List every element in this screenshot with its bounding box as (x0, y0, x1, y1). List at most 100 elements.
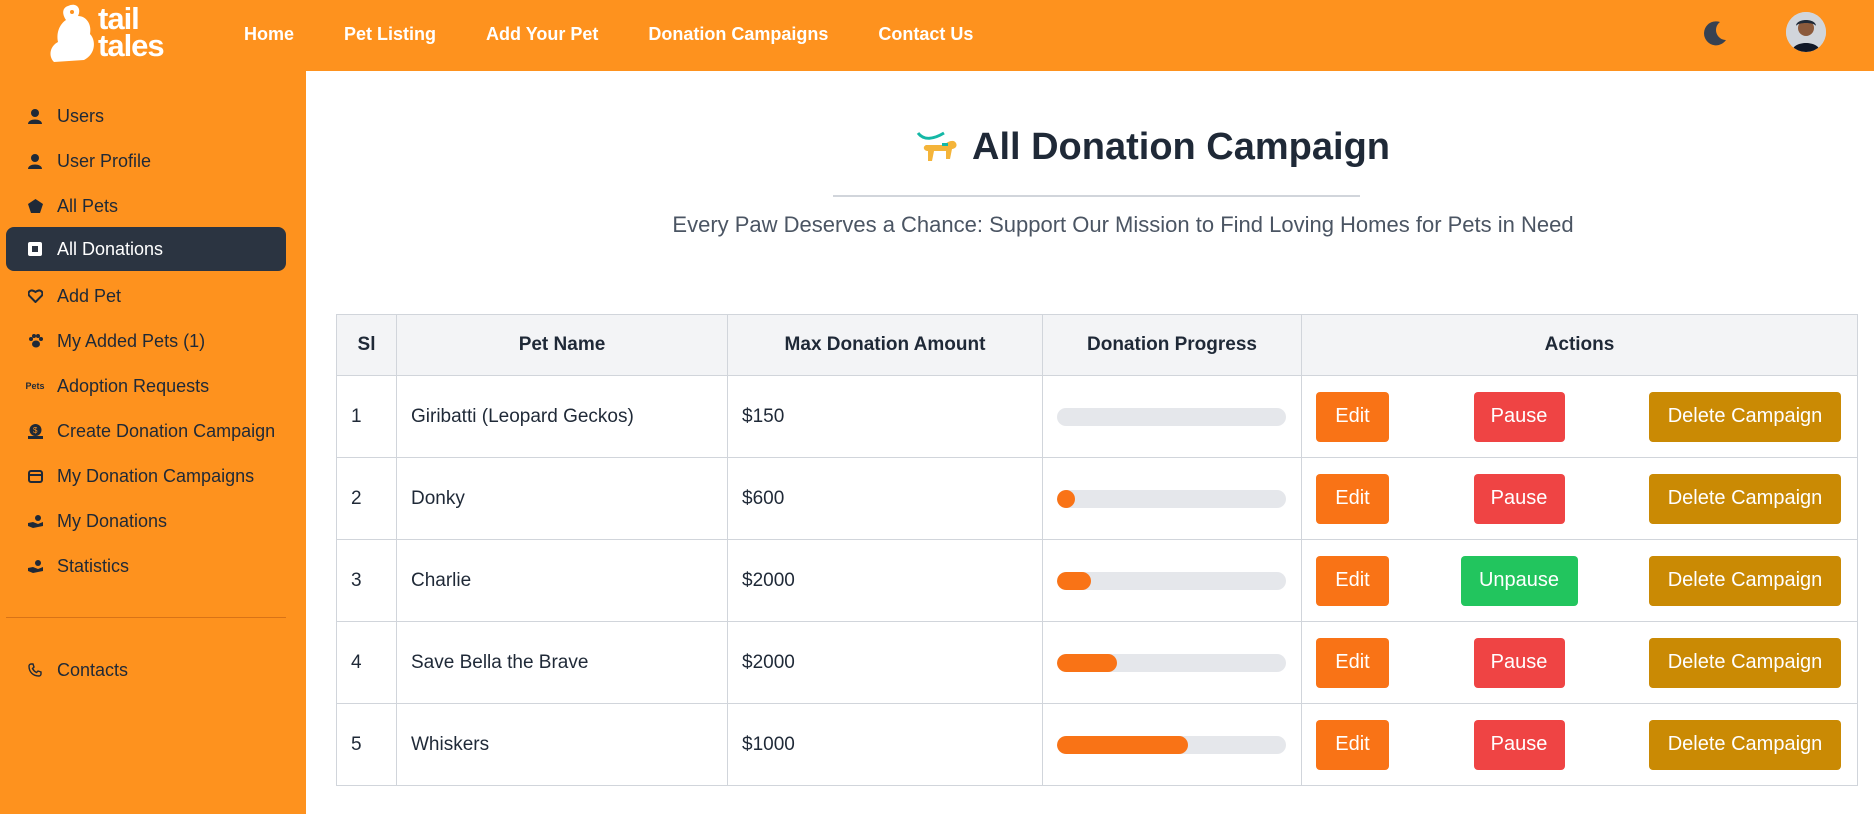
progress-fill (1057, 735, 1188, 754)
pets-text-icon: Pets (25, 381, 45, 391)
sidebar-item-label: Adoption Requests (57, 375, 210, 396)
row-actions: Edit Pause Delete Campaign (1301, 375, 1858, 458)
table-row: 3 Charlie $2000 Edit Unpause Delete Camp… (336, 539, 1858, 622)
sidebar-item-create-donation-campaign[interactable]: $ Create Donation Campaign (6, 409, 286, 453)
table-row: 5 Whiskers $1000 Edit Pause Delete Campa… (336, 703, 1858, 786)
paw-icon (27, 333, 43, 349)
delete-campaign-button[interactable]: Delete Campaign (1649, 473, 1841, 524)
dark-mode-moon-icon[interactable] (1700, 18, 1730, 48)
sidebar-item-adoption-requests[interactable]: Pets Adoption Requests (6, 364, 286, 408)
sidebar-item-statistics[interactable]: Statistics (6, 544, 286, 588)
donation-progress-bar (1057, 571, 1286, 590)
sidebar-item-all-donations[interactable]: All Donations (6, 227, 286, 271)
nav-contact-us[interactable]: Contact Us (878, 24, 973, 45)
delete-campaign-button[interactable]: Delete Campaign (1649, 719, 1841, 770)
user-avatar[interactable] (1786, 12, 1826, 52)
row-pet-name: Giribatti (Leopard Geckos) (396, 375, 728, 458)
row-max-donation: $2000 (727, 539, 1043, 622)
sidebar-item-label: Create Donation Campaign (57, 420, 276, 441)
row-actions: Edit Pause Delete Campaign (1301, 457, 1858, 540)
nav-pet-listing[interactable]: Pet Listing (344, 24, 436, 45)
logo[interactable]: tail tales (48, 0, 188, 71)
logo-text: tail tales (98, 1, 165, 63)
progress-fill (1057, 653, 1117, 672)
table-header-row: Sl Pet Name Max Donation Amount Donation… (336, 314, 1858, 376)
delete-campaign-button[interactable]: Delete Campaign (1649, 555, 1841, 606)
row-sl: 4 (336, 621, 397, 704)
donation-box-icon (27, 241, 43, 257)
sidebar-item-label: My Donations (57, 510, 168, 531)
row-actions: Edit Pause Delete Campaign (1301, 703, 1858, 786)
pause-button[interactable]: Pause (1473, 473, 1565, 524)
sidebar-item-add-pet[interactable]: Add Pet (6, 274, 286, 318)
top-navbar: tail tales Home Pet Listing Add Your Pet… (0, 0, 1874, 71)
row-actions: Edit Pause Delete Campaign (1301, 621, 1858, 704)
row-pet-name: Save Bella the Brave (396, 621, 728, 704)
sidebar-item-label: User Profile (57, 150, 152, 171)
nav-donation-campaigns[interactable]: Donation Campaigns (648, 24, 828, 45)
row-pet-name: Donky (396, 457, 728, 540)
svg-text:$: $ (33, 426, 38, 435)
sidebar-item-contacts[interactable]: Contacts (6, 648, 286, 692)
nav-add-your-pet[interactable]: Add Your Pet (486, 24, 598, 45)
pause-button[interactable]: Pause (1473, 719, 1565, 770)
dog-walking-icon (916, 131, 957, 161)
table-row: 1 Giribatti (Leopard Geckos) $150 Edit P… (336, 375, 1858, 458)
sidebar-item-users[interactable]: Users (6, 94, 286, 138)
nav-home[interactable]: Home (244, 24, 294, 45)
edit-button[interactable]: Edit (1316, 555, 1389, 606)
row-actions: Edit Unpause Delete Campaign (1301, 539, 1858, 622)
row-progress-cell (1042, 375, 1302, 458)
donation-progress-bar (1057, 407, 1286, 426)
user-icon (27, 108, 43, 124)
sidebar-item-my-added-pets[interactable]: My Added Pets (1) (6, 319, 286, 363)
edit-button[interactable]: Edit (1316, 719, 1389, 770)
row-pet-name: Whiskers (396, 703, 728, 786)
donation-progress-bar (1057, 653, 1286, 672)
sidebar-divider (6, 617, 286, 618)
header-sl: Sl (336, 314, 397, 376)
donation-progress-bar (1057, 735, 1286, 754)
page-title: All Donation Campaign (914, 126, 1390, 169)
row-progress-cell (1042, 539, 1302, 622)
row-sl: 3 (336, 539, 397, 622)
sidebar-item-all-pets[interactable]: All Pets (6, 184, 286, 228)
phone-icon (27, 662, 43, 678)
row-progress-cell (1042, 621, 1302, 704)
sidebar-item-my-donations[interactable]: My Donations (6, 499, 286, 543)
sidebar-item-user-profile[interactable]: User Profile (6, 139, 286, 183)
edit-button[interactable]: Edit (1316, 637, 1389, 688)
row-max-donation: $2000 (727, 621, 1043, 704)
card-icon (27, 468, 43, 484)
sidebar-item-label: Users (57, 105, 105, 126)
heart-plus-icon (27, 288, 43, 304)
row-max-donation: $1000 (727, 703, 1043, 786)
sidebar-item-label: All Pets (57, 195, 119, 216)
progress-fill (1057, 489, 1076, 508)
pause-button[interactable]: Pause (1473, 637, 1565, 688)
hand-coin-icon (27, 558, 43, 574)
pentagon-icon (27, 198, 43, 214)
edit-button[interactable]: Edit (1316, 473, 1389, 524)
pause-button[interactable]: Pause (1473, 391, 1565, 442)
row-sl: 2 (336, 457, 397, 540)
row-progress-cell (1042, 457, 1302, 540)
unpause-button[interactable]: Unpause (1460, 555, 1578, 606)
user-icon (27, 153, 43, 169)
edit-button[interactable]: Edit (1316, 391, 1389, 442)
main-content: All Donation Campaign Every Paw Deserves… (306, 71, 1874, 814)
page-header: All Donation Campaign (862, 126, 1442, 174)
hand-coin-icon (27, 513, 43, 529)
sidebar-item-my-donation-campaigns[interactable]: My Donation Campaigns (6, 454, 286, 498)
sidebar-item-label: All Donations (57, 238, 164, 259)
row-progress-cell (1042, 703, 1302, 786)
sidebar: Users User Profile All Pets All Donation… (0, 71, 306, 814)
donation-progress-bar (1057, 489, 1286, 508)
delete-campaign-button[interactable]: Delete Campaign (1649, 391, 1841, 442)
header-actions: Actions (1301, 314, 1858, 376)
sidebar-item-label: My Added Pets (1) (57, 330, 206, 351)
row-max-donation: $150 (727, 375, 1043, 458)
row-sl: 5 (336, 703, 397, 786)
delete-campaign-button[interactable]: Delete Campaign (1649, 637, 1841, 688)
table-row: 2 Donky $600 Edit Pause Delete Campaign (336, 457, 1858, 540)
